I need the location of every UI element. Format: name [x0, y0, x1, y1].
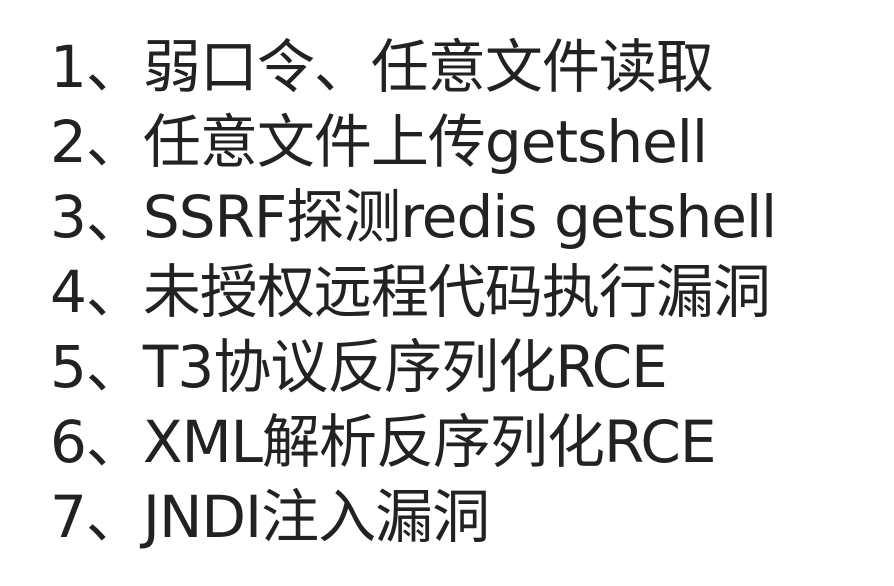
list-item: 7、JNDI注入漏洞	[50, 483, 490, 551]
list-item: 3、SSRF探测redis getshell	[50, 183, 777, 251]
list-item: 4、未授权远程代码执行漏洞	[50, 258, 771, 326]
list-item: 5、T3协议反序列化RCE	[50, 333, 668, 401]
list-item: 6、XML解析反序列化RCE	[50, 408, 717, 476]
list-item: 1、弱口令、任意文件读取	[50, 33, 714, 101]
list-item: 2、任意文件上传getshell	[50, 108, 708, 176]
vulnerability-list: 1、弱口令、任意文件读取 2、任意文件上传getshell 3、SSRF探测re…	[50, 30, 777, 555]
